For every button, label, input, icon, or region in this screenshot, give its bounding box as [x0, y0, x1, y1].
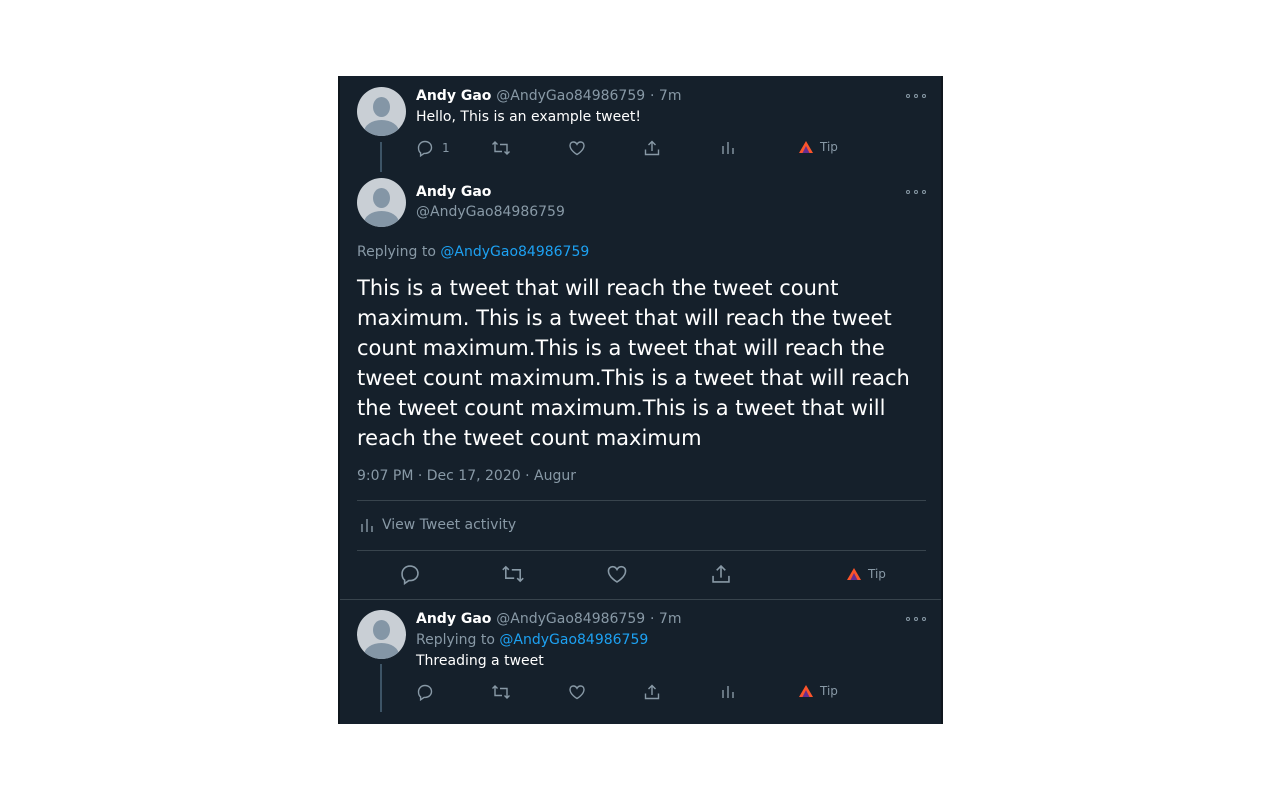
- analytics-button[interactable]: [719, 682, 737, 702]
- reply-count: 1: [442, 141, 450, 155]
- reply-button[interactable]: [416, 682, 434, 702]
- analytics-icon: [361, 519, 373, 532]
- like-button[interactable]: [568, 682, 586, 702]
- like-icon: [569, 685, 585, 700]
- tip-button[interactable]: Tip: [798, 140, 838, 154]
- tip-button[interactable]: Tip: [798, 684, 838, 698]
- reply-icon: [401, 565, 419, 585]
- share-icon: [644, 684, 660, 700]
- replying-prefix: Replying to: [416, 632, 495, 648]
- tweet-text: This is a tweet that will reach the twee…: [357, 276, 910, 450]
- replying-to: Replying to @AndyGao84986759: [416, 632, 648, 648]
- retweet-icon: [492, 141, 510, 155]
- retweet-icon: [492, 685, 510, 699]
- author-name-line: Andy Gao @AndyGao84986759 · 7m: [416, 611, 681, 627]
- tweet-time[interactable]: · 7m: [650, 88, 681, 104]
- tip-label: Tip: [868, 567, 886, 581]
- share-button[interactable]: [710, 564, 732, 584]
- reply-button[interactable]: [399, 564, 421, 585]
- more-icon[interactable]: [906, 615, 926, 623]
- tip-button[interactable]: Tip: [846, 567, 886, 581]
- avatar-head: [373, 620, 390, 640]
- analytics-icon: [722, 686, 734, 698]
- tweet-time[interactable]: · 7m: [650, 611, 681, 627]
- retweet-button[interactable]: [491, 682, 511, 702]
- author-name[interactable]: Andy Gao: [416, 88, 491, 104]
- share-button[interactable]: [643, 682, 661, 702]
- thread-line: [380, 664, 382, 712]
- avatar-head: [373, 188, 390, 208]
- reply-icon: [417, 140, 433, 157]
- retweet-icon: [502, 565, 524, 583]
- tweet-timestamp[interactable]: 9:07 PM · Dec 17, 2020 · Augur: [357, 468, 576, 484]
- replying-handle-link[interactable]: @AndyGao84986759: [440, 244, 589, 260]
- tweet-thread-panel: Andy Gao @AndyGao84986759 · 7m Hello, Th…: [338, 76, 943, 724]
- more-icon[interactable]: [906, 188, 926, 196]
- avatar-body: [364, 211, 399, 227]
- retweet-button[interactable]: [491, 138, 511, 158]
- avatar-body: [364, 120, 399, 136]
- brave-tip-icon: [799, 685, 813, 697]
- more-icon[interactable]: [906, 92, 926, 100]
- author-name[interactable]: Andy Gao: [416, 184, 491, 200]
- author-handle[interactable]: @AndyGao84986759: [416, 204, 565, 220]
- avatar[interactable]: [357, 610, 406, 659]
- analytics-icon: [722, 142, 734, 154]
- thread-line: [380, 142, 382, 172]
- reply-icon: [417, 684, 433, 701]
- like-icon: [607, 565, 627, 583]
- replying-prefix: Replying to: [357, 244, 436, 260]
- share-button[interactable]: [643, 138, 661, 158]
- share-icon: [644, 140, 660, 156]
- divider: [340, 599, 941, 600]
- divider: [357, 550, 926, 551]
- avatar-head: [373, 97, 390, 117]
- replying-handle-link[interactable]: @AndyGao84986759: [499, 632, 648, 648]
- author-name[interactable]: Andy Gao: [416, 611, 491, 627]
- avatar-body: [364, 643, 399, 659]
- like-button[interactable]: [568, 138, 586, 158]
- brave-tip-icon: [847, 568, 861, 580]
- avatar[interactable]: [357, 87, 406, 136]
- tip-label: Tip: [820, 140, 838, 154]
- view-activity-link[interactable]: View Tweet activity: [360, 517, 516, 533]
- retweet-button[interactable]: [501, 564, 525, 584]
- view-activity-label: View Tweet activity: [382, 517, 517, 533]
- brave-tip-icon: [799, 141, 813, 153]
- author-handle[interactable]: @AndyGao84986759: [496, 88, 645, 104]
- tweet-text: Hello, This is an example tweet!: [416, 109, 641, 125]
- reply-button[interactable]: 1: [416, 138, 450, 158]
- analytics-button[interactable]: [719, 138, 737, 158]
- tip-label: Tip: [820, 684, 838, 698]
- author-handle[interactable]: @AndyGao84986759: [496, 611, 645, 627]
- divider: [357, 500, 926, 501]
- like-icon: [569, 141, 585, 156]
- tweet-text: Threading a tweet: [416, 653, 544, 669]
- replying-to: Replying to @AndyGao84986759: [357, 244, 589, 260]
- author-name-line: Andy Gao @AndyGao84986759 · 7m: [416, 88, 681, 104]
- share-icon: [712, 564, 730, 583]
- avatar[interactable]: [357, 178, 406, 227]
- like-button[interactable]: [606, 564, 628, 584]
